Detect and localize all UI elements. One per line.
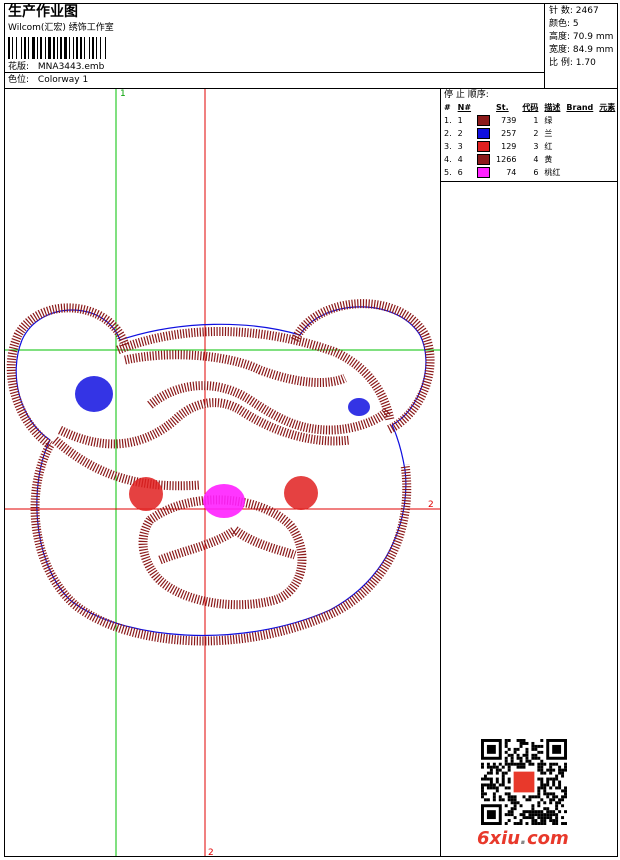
color-swatch [477, 128, 491, 139]
row-desc: 桃红 [544, 168, 561, 177]
row-stitches: 257 [501, 129, 517, 138]
row-stitches: 1266 [496, 155, 517, 164]
left-eye [75, 376, 113, 412]
colorway-label: 色位: [8, 75, 30, 85]
guide-label-2-bottom: 2 [208, 848, 214, 856]
row-needle: 3 [457, 142, 463, 151]
stat-value: 84.9 mm [572, 45, 614, 55]
row-index: 3. [444, 142, 452, 151]
table-row: 5. 6 74 6 桃红 [441, 166, 618, 179]
stat-value: 5 [572, 19, 579, 29]
watermark-main: 6xiu [477, 828, 521, 849]
watermark-dot: . [520, 828, 527, 849]
row-stitches: 739 [501, 116, 517, 125]
col-element: 元素 [599, 103, 616, 112]
row-needle: 6 [457, 168, 463, 177]
left-cheek [129, 477, 163, 511]
row-index: 5. [444, 168, 452, 177]
page-title: 生产作业图 [8, 4, 78, 20]
col-swatch [474, 101, 493, 114]
table-row: 2. 2 257 2 兰 [441, 127, 618, 140]
row-index: 1. [444, 116, 452, 125]
row-code: 4 [533, 155, 539, 164]
stat-label: 针 数: [549, 6, 573, 16]
stat-label: 比 例: [549, 58, 573, 68]
col-desc: 描述 [544, 103, 561, 112]
satin-stitches [6, 299, 435, 646]
stat-label: 高度: [549, 32, 571, 42]
table-row: 4. 4 1266 4 黄 [441, 153, 618, 166]
row-index: 4. [444, 155, 452, 164]
color-swatch [477, 141, 491, 152]
col-stitches: St. [496, 103, 509, 112]
row-needle: 1 [457, 116, 463, 125]
row-needle: 4 [457, 155, 463, 164]
stop-sequence-title: 停 止 顺序: [444, 90, 489, 100]
stat-stitches: 针 数: 2467 [549, 6, 599, 17]
stat-height: 高度: 70.9 mm [549, 32, 613, 43]
stat-label: 颜色: [549, 19, 571, 29]
guide-label-2-right: 2 [428, 500, 434, 510]
barcode [8, 37, 106, 59]
col-brand: Brand [566, 103, 594, 112]
row-desc: 兰 [544, 129, 553, 138]
table-header-row: # N# St. 代码 描述 Brand 元素 [441, 101, 618, 114]
stat-value: 1.70 [575, 58, 596, 68]
col-needle: N# [457, 103, 472, 112]
row-code: 2 [533, 129, 539, 138]
stat-scale: 比 例: 1.70 [549, 58, 596, 69]
stat-label: 宽度: [549, 45, 571, 55]
guide-label-1: 1 [120, 89, 126, 99]
stat-colors: 颜色: 5 [549, 19, 579, 30]
table-row: 3. 3 129 3 红 [441, 140, 618, 153]
pattern-row: 花版: MNA3443.emb [8, 62, 104, 73]
col-index: # [444, 103, 451, 112]
colorway-value: Colorway 1 [37, 75, 89, 85]
stat-value: 2467 [575, 6, 599, 16]
qr-code [481, 739, 567, 825]
row-desc: 绿 [544, 116, 553, 125]
qr-logo-icon [513, 771, 535, 793]
right-cheek [284, 476, 318, 510]
nose [203, 484, 245, 518]
row-desc: 黄 [544, 155, 553, 164]
row-desc: 红 [544, 142, 553, 151]
row-code: 3 [533, 142, 539, 151]
company-name: Wilcom(汇宏) 绣饰工作室 [8, 23, 114, 33]
col-code: 代码 [522, 103, 539, 112]
pattern-value: MNA3443.emb [37, 62, 105, 72]
right-eye [348, 398, 370, 416]
bear-design [6, 299, 435, 646]
watermark: 6xiu.com [477, 828, 569, 849]
stats-divider [544, 3, 545, 88]
color-swatch [477, 115, 491, 126]
colorway-row: 色位: Colorway 1 [8, 75, 88, 86]
stop-sequence-table: # N# St. 代码 描述 Brand 元素 1. 1 739 1 绿 2. … [441, 101, 618, 179]
stops-bottom-divider [440, 181, 618, 182]
row-index: 2. [444, 129, 452, 138]
table-row: 1. 1 739 1 绿 [441, 114, 618, 127]
row-stitches: 74 [506, 168, 517, 177]
row-code: 6 [533, 168, 539, 177]
sidebar-divider [440, 88, 441, 857]
color-swatch [477, 154, 491, 165]
stat-width: 宽度: 84.9 mm [549, 45, 613, 56]
design-preview: 1 2 2 [5, 89, 440, 856]
color-swatch [477, 167, 491, 178]
pattern-label: 花版: [8, 62, 30, 72]
watermark-tld: com [526, 828, 569, 849]
row-needle: 2 [457, 129, 463, 138]
row-stitches: 129 [501, 142, 517, 151]
stat-value: 70.9 mm [572, 32, 614, 42]
row-code: 1 [533, 116, 539, 125]
